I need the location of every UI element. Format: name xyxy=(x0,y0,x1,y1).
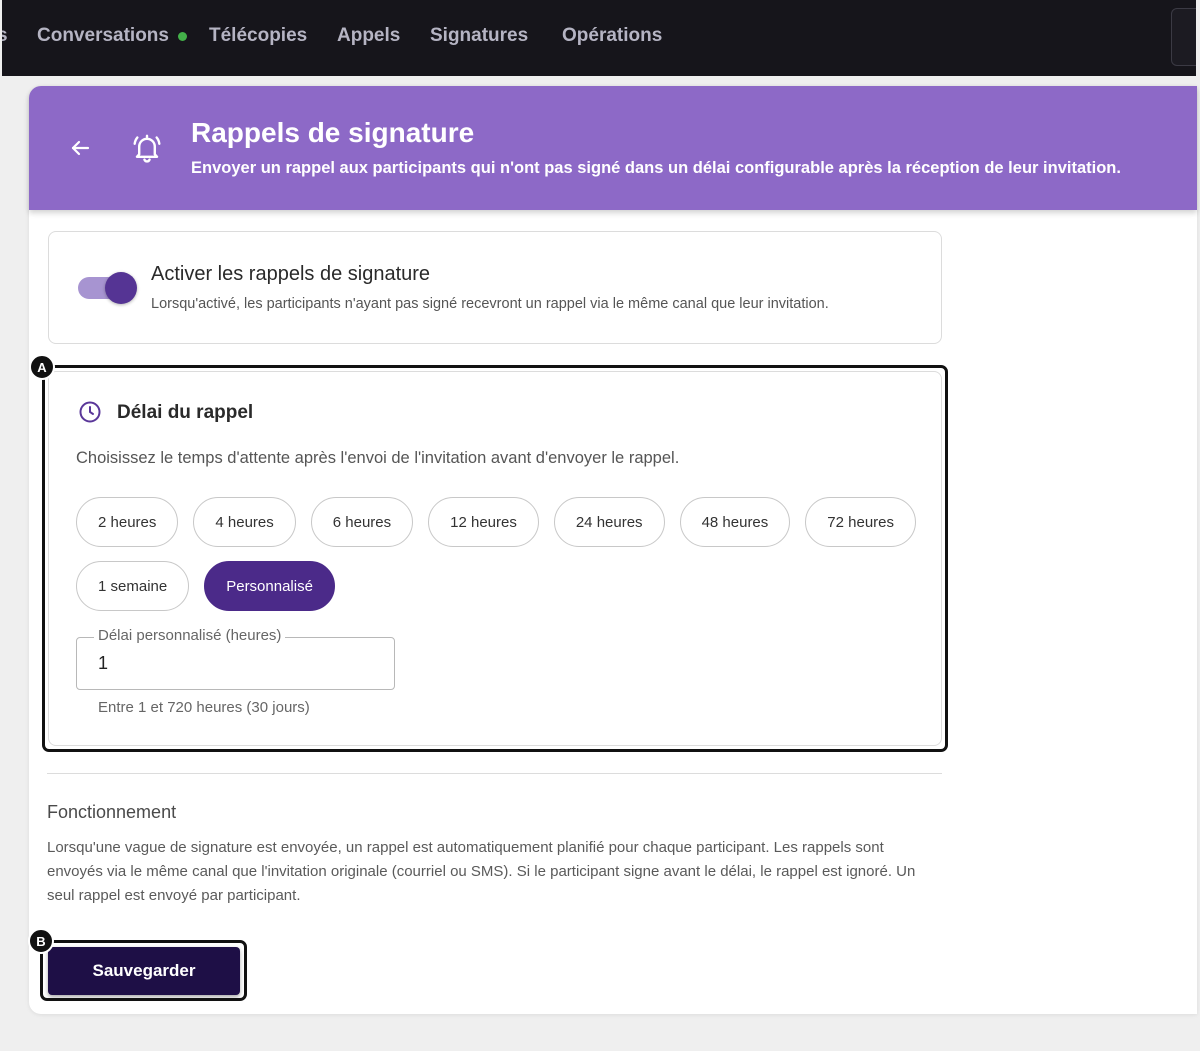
nav-item-telecopies[interactable]: Télécopies xyxy=(209,24,307,48)
nav-item-appels[interactable]: Appels xyxy=(337,24,400,48)
delay-option-custom[interactable]: Personnalisé xyxy=(204,561,335,611)
reminder-delay-title: Délai du rappel xyxy=(117,402,254,423)
save-button[interactable]: Sauvegarder xyxy=(48,947,240,995)
enable-reminders-panel: Activer les rappels de signature Lorsqu'… xyxy=(48,231,942,344)
back-button[interactable] xyxy=(68,136,92,160)
enable-reminders-title: Activer les rappels de signature xyxy=(151,263,431,285)
how-it-works-line: seul rappel est envoyé par participant. xyxy=(47,887,301,904)
delay-option-12h[interactable]: 12 heures xyxy=(428,497,539,547)
delay-options: 2 heures 4 heures 6 heures 12 heures 24 … xyxy=(76,497,916,611)
how-it-works-title: Fonctionnement xyxy=(47,802,177,822)
top-nav: s Conversations Télécopies Appels Signat… xyxy=(2,0,1196,76)
delay-option-48h[interactable]: 48 heures xyxy=(679,497,791,547)
reminder-delay-description: Choisissez le temps d'attente après l'en… xyxy=(76,449,680,467)
how-it-works-line: envoyés via le même canal que l'invitati… xyxy=(47,863,916,880)
delay-option-4h[interactable]: 4 heures xyxy=(193,497,296,547)
reminder-delay-panel: Délai du rappel Choisissez le temps d'at… xyxy=(48,371,942,746)
settings-card: Rappels de signature Envoyer un rappel a… xyxy=(29,86,1197,1014)
arrow-left-icon xyxy=(71,140,90,156)
online-status-dot xyxy=(177,32,187,41)
bell-ringing-icon xyxy=(133,134,161,163)
delay-option-1-week[interactable]: 1 semaine xyxy=(76,561,190,611)
enable-reminders-toggle[interactable] xyxy=(78,272,138,304)
nav-item-partial[interactable]: s xyxy=(2,24,8,48)
delay-option-24h[interactable]: 24 heures xyxy=(553,497,665,547)
delay-option-6h[interactable]: 6 heures xyxy=(310,497,414,547)
how-it-works-line: Lorsqu'une vague de signature est envoyé… xyxy=(47,839,884,856)
nav-item-operations[interactable]: Opérations xyxy=(562,24,662,48)
page-header: Rappels de signature Envoyer un rappel a… xyxy=(29,86,1197,210)
custom-delay-helper-text: Entre 1 et 720 heures (30 jours) xyxy=(98,699,310,716)
custom-delay-input[interactable] xyxy=(77,638,394,689)
enable-reminders-description: Lorsqu'activé, les participants n'ayant … xyxy=(151,296,829,312)
nav-item-signatures[interactable]: Signatures xyxy=(430,24,528,48)
page-subtitle: Envoyer un rappel aux participants qui n… xyxy=(191,159,1121,177)
section-divider xyxy=(47,773,942,774)
nav-item-label: Conversations xyxy=(37,25,169,46)
nav-item-conversations[interactable]: Conversations xyxy=(37,24,187,48)
delay-option-2h[interactable]: 2 heures xyxy=(76,497,179,547)
nav-action-button-partial[interactable] xyxy=(1171,8,1196,66)
page-title: Rappels de signature xyxy=(191,117,475,148)
toggle-thumb xyxy=(105,272,137,304)
delay-option-72h[interactable]: 72 heures xyxy=(805,497,916,547)
clock-icon xyxy=(79,401,101,423)
custom-delay-label: Délai personnalisé (heures) xyxy=(94,627,286,645)
how-it-works-text: Lorsqu'une vague de signature est envoyé… xyxy=(47,836,915,908)
custom-delay-field: Délai personnalisé (heures) xyxy=(76,627,395,690)
